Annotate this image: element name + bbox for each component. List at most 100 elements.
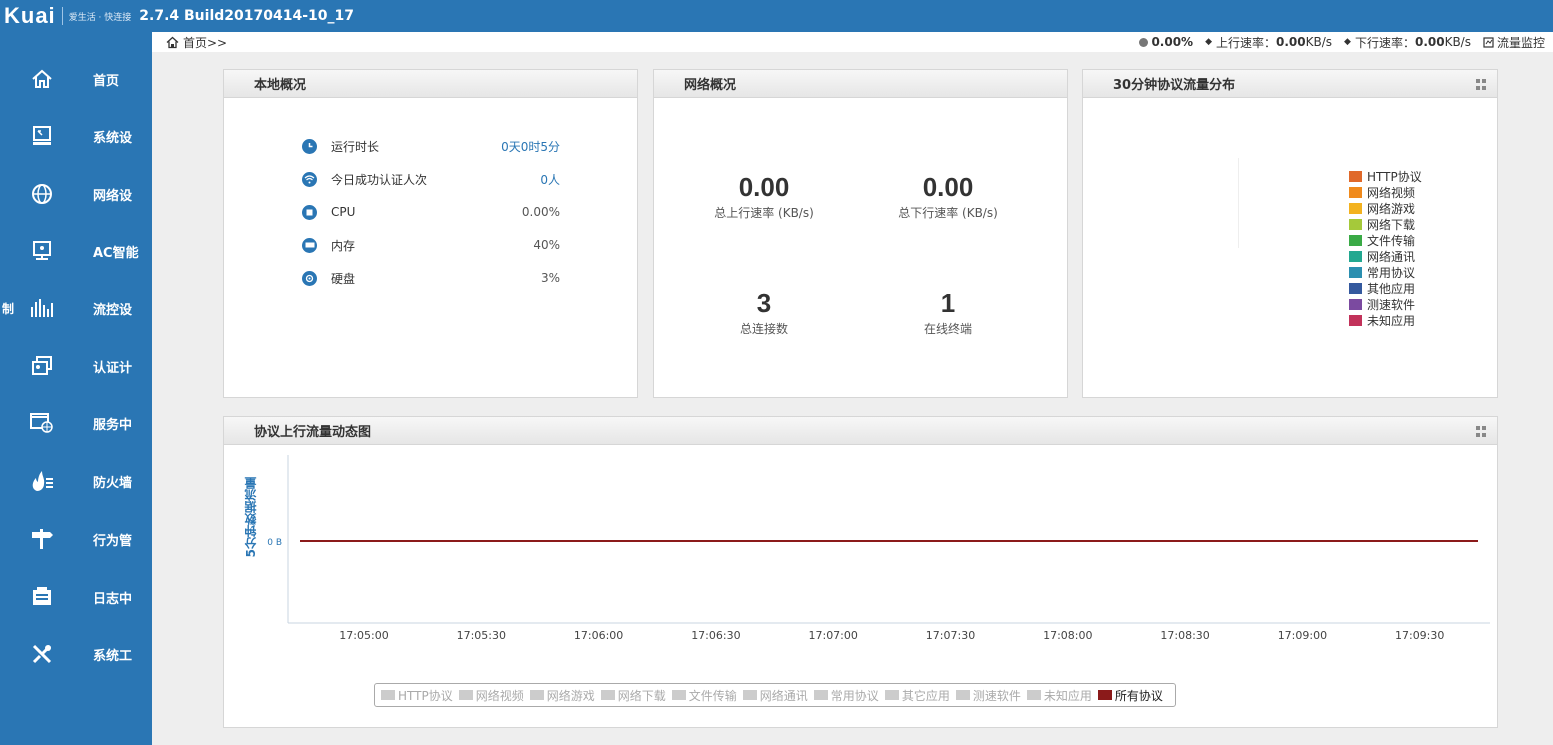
up-rate-label: 上行速率：: [1216, 35, 1277, 50]
grid-menu-icon[interactable]: [1476, 426, 1487, 437]
legend-item[interactable]: 常用协议: [1349, 264, 1422, 280]
sidebar-item-label: 流控设: [93, 302, 133, 318]
chart-legend-item[interactable]: 网络视频: [458, 687, 524, 704]
sidebar-item-behavior[interactable]: 行为管: [0, 517, 152, 561]
sidebar-item-label: 服务中: [93, 417, 133, 433]
row-value: 0人: [540, 172, 560, 187]
chart-legend-item[interactable]: 网络下载: [600, 687, 666, 704]
chart-legend-item[interactable]: HTTP协议: [381, 687, 453, 704]
chart-legend: HTTP协议 网络视频 网络游戏 网络下载 文件传输 网络通讯 常用协议 其它应用 测速软件 未知…: [374, 683, 1176, 707]
row-label: 硬盘: [331, 271, 356, 286]
breadcrumb[interactable]: 首页>>: [152, 34, 227, 51]
legend-label: 网络通讯: [1367, 249, 1416, 264]
legend-label: 常用协议: [1367, 265, 1416, 280]
legend-swatch: [1026, 690, 1041, 700]
sidebar-item-prefix: 制: [2, 301, 15, 316]
globe-icon: [30, 182, 54, 206]
legend-label: 网络通讯: [759, 688, 808, 703]
legend-swatch: [1097, 690, 1112, 700]
down-rate-status: ◆ 下行速率： 0.00 KB/s: [1344, 34, 1471, 51]
stat-caption: 总连接数: [739, 322, 788, 336]
sidebar-item-tools[interactable]: 系统工: [0, 632, 152, 676]
sidebar-item-flow-control[interactable]: 制 流控设: [0, 286, 152, 330]
sidebar-item-label: 防火墙: [93, 475, 133, 491]
home-icon: [30, 67, 54, 91]
logo-slogan: 爱生活 · 快连接: [68, 12, 132, 23]
sidebar-item-home[interactable]: 首页: [0, 57, 152, 101]
sidebar-item-label: 系统设: [93, 130, 133, 146]
row-label: CPU: [331, 205, 356, 219]
sidebar-item-network-settings[interactable]: 网络设: [0, 172, 152, 216]
sidebar-item-ac[interactable]: AC智能: [0, 229, 152, 273]
x-tick-label: 17:05:30: [457, 629, 506, 642]
sidebar-item-label: 日志中: [93, 591, 133, 607]
stat-caption: 总下行速率 (KB/s): [898, 206, 998, 220]
sidebar: 首页 系统设 网络设 AC智能 制 流控设 认证计 服务中 防火墙 行为管 日志…: [0, 32, 152, 745]
legend-label: 未知应用: [1043, 688, 1092, 703]
down-rate-unit: KB/s: [1444, 35, 1471, 49]
legend-label: 文件传输: [688, 688, 737, 703]
tools-icon: [30, 642, 54, 666]
legend-item[interactable]: 网络通讯: [1349, 248, 1422, 264]
sidebar-item-label: 网络设: [93, 188, 133, 204]
chart-legend-item[interactable]: 未知应用: [1026, 687, 1092, 704]
legend-label: 其他应用: [1367, 281, 1416, 296]
cpu-value: 0.00%: [1151, 35, 1194, 49]
chart-legend-item[interactable]: 网络游戏: [529, 687, 595, 704]
legend-swatch: [458, 690, 473, 700]
sidebar-item-firewall[interactable]: 防火墙: [0, 459, 152, 503]
local-row-auth-count: 今日成功认证人次 0人: [302, 169, 560, 189]
sidebar-item-log[interactable]: 日志中: [0, 575, 152, 619]
panel-header: 协议上行流量动态图: [224, 417, 1497, 445]
x-tick-label: 17:06:30: [691, 629, 740, 642]
version-text: 2.7.4 Build20170414-10_17: [139, 8, 354, 24]
legend-item[interactable]: 其他应用: [1349, 280, 1422, 296]
legend-swatch: [742, 690, 757, 700]
line-chart: 0 B 17:05:00 17:05:30 17:06:00 17:06:30 17:07…: [267, 455, 1490, 642]
legend-item[interactable]: 未知应用: [1349, 312, 1422, 328]
row-label: 内存: [331, 238, 356, 253]
top-bar: Kuai 爱生活 · 快连接 2.7.4 Build20170414-10_17: [0, 0, 1553, 32]
legend-item[interactable]: 网络游戏: [1349, 200, 1422, 216]
legend-label: 网络视频: [475, 688, 524, 703]
total-download-rate: 0.00 总下行速率 (KB/s): [858, 172, 1038, 221]
signpost-icon: [30, 527, 54, 551]
chart-legend-item[interactable]: 网络通讯: [742, 687, 808, 704]
local-row-cpu: CPU 0.00%: [302, 202, 560, 222]
legend-swatch: [600, 690, 615, 700]
legend-label: 其它应用: [901, 688, 950, 703]
sidebar-item-auth[interactable]: 认证计: [0, 344, 152, 388]
panel-header: 30分钟协议流量分布: [1083, 70, 1497, 98]
row-value: 0.00%: [521, 205, 560, 219]
traffic-monitor-label: 流量监控: [1496, 35, 1545, 50]
legend-item[interactable]: 网络下载: [1349, 216, 1422, 232]
legend-item[interactable]: 网络视频: [1349, 184, 1422, 200]
chart-legend-item[interactable]: 文件传输: [671, 687, 737, 704]
bars-icon: [30, 296, 54, 320]
pie-placeholder-line: [1238, 158, 1239, 248]
monitor-small-icon: [1483, 36, 1494, 48]
chart-legend-item[interactable]: 常用协议: [813, 687, 879, 704]
chart-legend-item[interactable]: 其它应用: [884, 687, 950, 704]
up-arrow-icon: ◆: [1205, 37, 1212, 47]
x-tick-label: 17:06:00: [574, 629, 623, 642]
sidebar-item-system-settings[interactable]: 系统设: [0, 114, 152, 158]
x-tick-label: 17:09:30: [1395, 629, 1444, 642]
legend-swatch: [1349, 282, 1362, 294]
chart-legend-item[interactable]: 所有协议: [1097, 687, 1163, 704]
sidebar-item-service[interactable]: 服务中: [0, 401, 152, 445]
screen-icon: [30, 239, 54, 263]
sidebar-item-label: AC智能: [93, 245, 139, 261]
status-bar: 0.00% ◆ 上行速率： 0.00 KB/s ◆ 下行速率： 0.00 KB/…: [1127, 32, 1545, 52]
grid-menu-icon[interactable]: [1476, 79, 1487, 90]
legend-item[interactable]: 测速软件: [1349, 296, 1422, 312]
traffic-monitor-link[interactable]: 流量监控: [1483, 34, 1545, 51]
legend-item[interactable]: HTTP协议: [1349, 168, 1422, 184]
distribution-legend: HTTP协议 网络视频 网络游戏 网络下载 文件传输 网络通讯 常用协议 其他应…: [1349, 168, 1422, 328]
legend-item[interactable]: 文件传输: [1349, 232, 1422, 248]
legend-swatch: [529, 690, 544, 700]
sidebar-item-label: 系统工: [93, 648, 133, 664]
monitor-icon: [30, 124, 54, 148]
total-connections: 3 总连接数: [674, 288, 854, 337]
chart-legend-item[interactable]: 测速软件: [955, 687, 1021, 704]
